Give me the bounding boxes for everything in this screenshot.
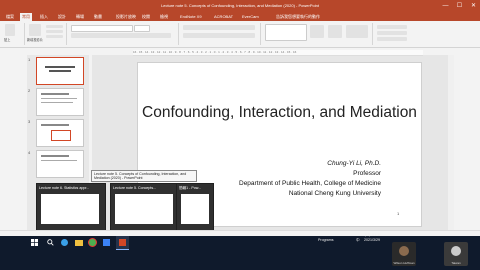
tab-insert[interactable]: 插入 bbox=[38, 13, 50, 21]
preview-title: Lecture note 6. Statistics appr... bbox=[39, 186, 90, 190]
section-button[interactable] bbox=[46, 35, 63, 38]
horizontal-ruler: 16 · 15 · 14 · 13 · 12 · 11 · 10 · 9 · 8… bbox=[133, 50, 423, 56]
preview-thumbnail[interactable] bbox=[41, 194, 99, 224]
tab-animations[interactable]: 動畫 bbox=[92, 13, 104, 21]
font-size-dropdown[interactable] bbox=[134, 25, 150, 32]
participant-name: Wilson Huffman bbox=[393, 261, 415, 265]
edge-icon[interactable] bbox=[58, 236, 71, 249]
paste-icon[interactable] bbox=[5, 24, 15, 36]
new-slide-label: 新增投影片 bbox=[27, 38, 43, 42]
group-drawing bbox=[262, 23, 373, 45]
taskbar-preview[interactable]: Lecture note 6. Statistics appr... bbox=[36, 183, 106, 231]
tab-evercam[interactable]: EverCam bbox=[240, 13, 261, 21]
font-format-buttons[interactable] bbox=[71, 33, 171, 38]
close-icon[interactable]: ✕ bbox=[469, 1, 478, 10]
align-buttons[interactable] bbox=[183, 33, 255, 38]
tab-transitions[interactable]: 轉場 bbox=[74, 13, 86, 21]
chrome-icon[interactable] bbox=[86, 236, 99, 249]
input-language[interactable]: 中 bbox=[356, 238, 360, 243]
tab-view[interactable]: 檢視 bbox=[158, 13, 170, 21]
maximize-icon[interactable]: ☐ bbox=[455, 1, 464, 10]
programs-label[interactable]: Programs bbox=[318, 238, 334, 242]
find-button[interactable] bbox=[377, 25, 407, 29]
group-font bbox=[68, 23, 179, 45]
paste-label: 貼上 bbox=[4, 38, 11, 42]
tab-endnote[interactable]: EndNote X9 bbox=[178, 13, 204, 21]
minimize-icon[interactable]: — bbox=[441, 1, 450, 10]
thumb-number: 1 bbox=[28, 57, 31, 62]
slide-title[interactable]: Confounding, Interaction, and Mediation bbox=[138, 103, 421, 123]
preview-title: 簡報1 - Pow... bbox=[179, 186, 202, 190]
preview-thumbnail[interactable] bbox=[115, 194, 173, 224]
slide-thumbnail[interactable] bbox=[36, 88, 84, 116]
ribbon: 貼上 新增投影片 bbox=[0, 21, 480, 48]
taskbar-preview-group: Lecture note 6. Statistics appr... Lectu… bbox=[36, 183, 216, 231]
thumb-number: 4 bbox=[28, 150, 31, 155]
list-buttons[interactable] bbox=[183, 25, 255, 30]
replace-button[interactable] bbox=[377, 31, 407, 35]
slide-thumbnail[interactable] bbox=[36, 150, 84, 178]
store-icon[interactable] bbox=[100, 236, 113, 249]
tab-slideshow[interactable]: 投影片放映 bbox=[114, 13, 138, 21]
tab-home[interactable]: 常用 bbox=[20, 13, 32, 21]
preview-title: Lecture note 5. Concepts... bbox=[113, 186, 157, 190]
group-editing bbox=[374, 23, 414, 45]
windows-taskbar: Programs 中 下午 01:11 2021/3/29 Wilson Huf… bbox=[0, 233, 480, 270]
participant-video[interactable]: Wilson Huffman bbox=[392, 242, 416, 266]
clock-date[interactable]: 2021/3/29 bbox=[364, 238, 380, 242]
powerpoint-taskbar-icon[interactable] bbox=[116, 236, 129, 250]
slide-thumbnail[interactable] bbox=[36, 119, 84, 147]
file-explorer-icon[interactable] bbox=[72, 236, 85, 249]
window-controls: — ☐ ✕ bbox=[441, 1, 478, 10]
thumb-number: 3 bbox=[28, 119, 31, 124]
slide-author[interactable]: Chung-Yi Li, Ph.D. bbox=[141, 160, 381, 167]
tab-review[interactable]: 校閱 bbox=[140, 13, 152, 21]
taskbar-preview[interactable]: 簡報1 - Pow... bbox=[176, 183, 214, 231]
slide-thumbnail[interactable] bbox=[36, 57, 84, 85]
participant-video[interactable]: Taiwan bbox=[444, 242, 468, 266]
window-title: Lecture note 5. Concepts of Confounding,… bbox=[161, 3, 319, 8]
layout-button[interactable] bbox=[46, 25, 63, 28]
slide-number: 1 bbox=[397, 211, 400, 216]
taskbar-preview[interactable]: Lecture note 5. Concepts... bbox=[110, 183, 180, 231]
ribbon-tabs: 檔案 常用 插入 設計 轉場 動畫 投影片放映 校閱 檢視 EndNote X9… bbox=[0, 12, 480, 21]
reset-button[interactable] bbox=[46, 30, 63, 33]
vertical-scrollbar[interactable] bbox=[448, 55, 454, 230]
tab-acrobat[interactable]: ACROBAT bbox=[212, 13, 235, 21]
font-name-dropdown[interactable] bbox=[71, 25, 133, 32]
new-slide-icon[interactable] bbox=[29, 24, 41, 36]
shape-fill-buttons[interactable] bbox=[346, 25, 368, 38]
search-icon[interactable] bbox=[44, 236, 57, 249]
taskbar-tooltip: Lecture note 5. Concepts of Confounding,… bbox=[91, 170, 197, 182]
shapes-gallery[interactable] bbox=[265, 24, 307, 41]
participant-name: Taiwan bbox=[451, 261, 461, 265]
select-button[interactable] bbox=[377, 37, 407, 41]
group-slides: 新增投影片 bbox=[26, 23, 67, 45]
preview-thumbnail[interactable] bbox=[181, 194, 209, 224]
title-bar: Lecture note 5. Concepts of Confounding,… bbox=[0, 0, 480, 12]
start-icon[interactable] bbox=[28, 236, 41, 249]
tab-file[interactable]: 檔案 bbox=[4, 13, 16, 21]
quick-styles-button[interactable] bbox=[328, 25, 342, 38]
group-paragraph bbox=[180, 23, 261, 45]
tell-me-search[interactable]: 告訴我您想要執行的動作 bbox=[274, 13, 322, 21]
group-clipboard: 貼上 bbox=[2, 23, 25, 45]
arrange-button[interactable] bbox=[310, 25, 324, 38]
tab-design[interactable]: 設計 bbox=[56, 13, 68, 21]
thumb-number: 2 bbox=[28, 88, 31, 93]
